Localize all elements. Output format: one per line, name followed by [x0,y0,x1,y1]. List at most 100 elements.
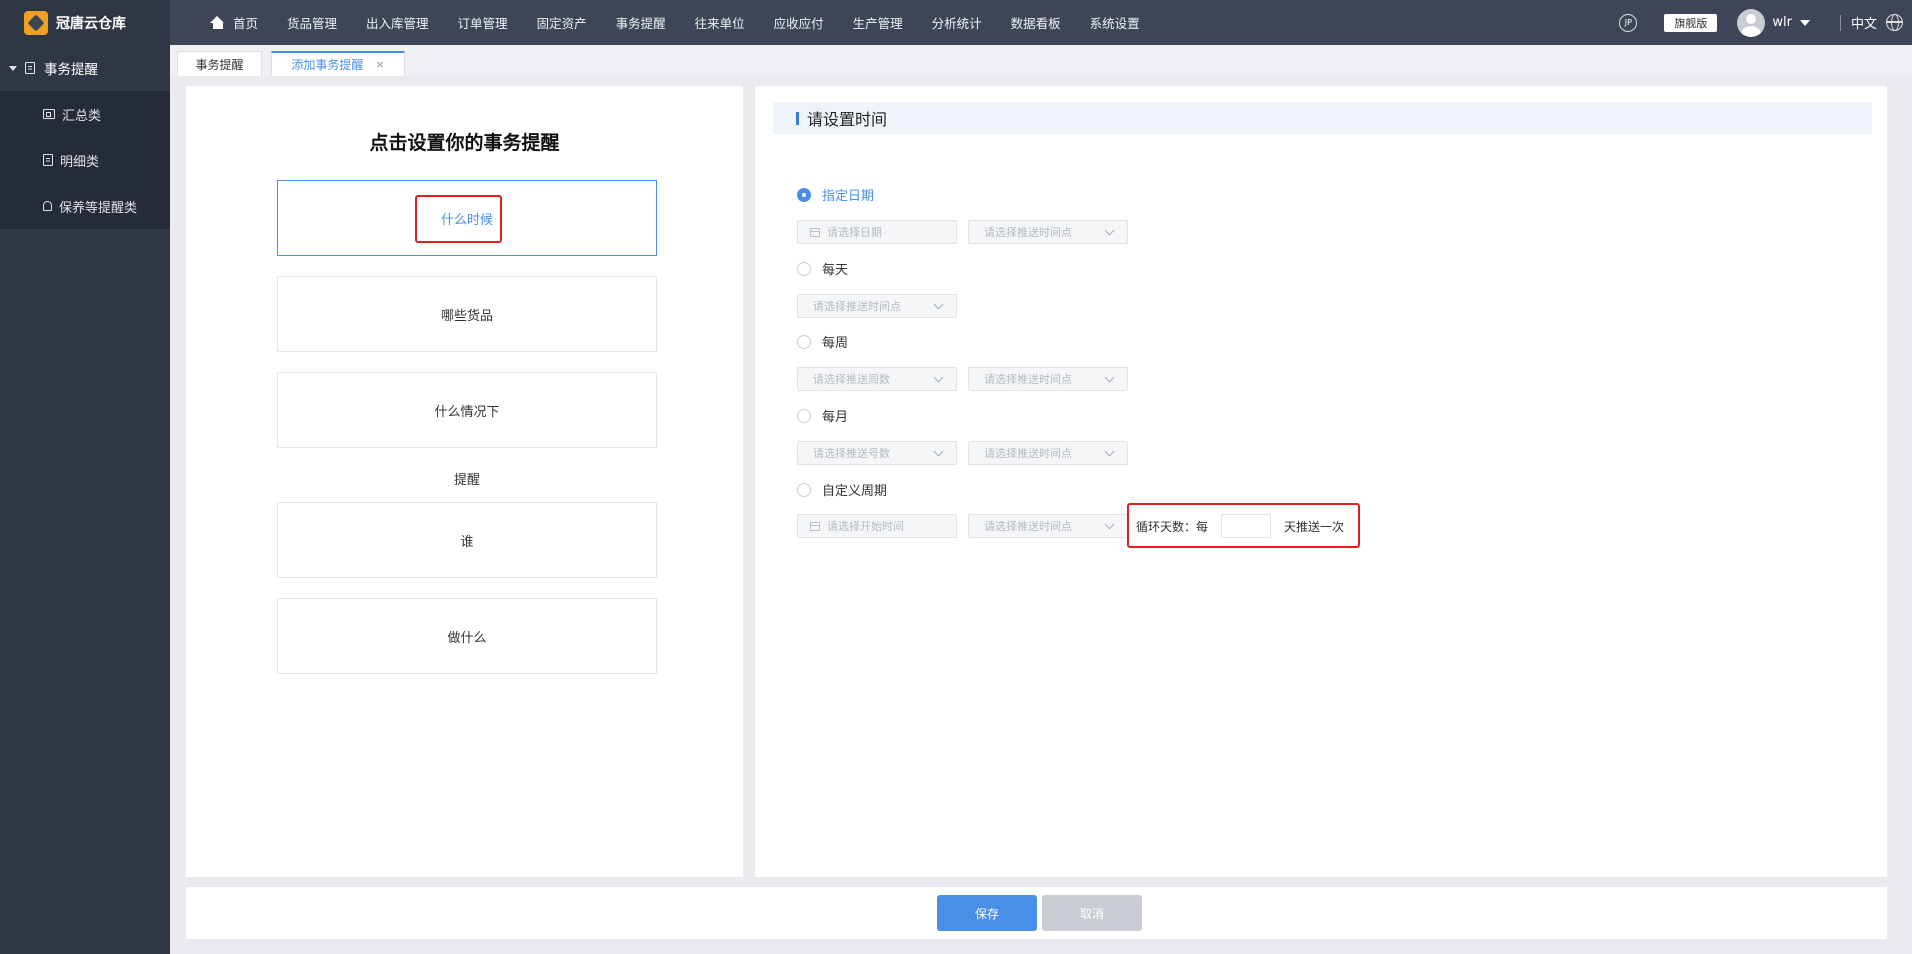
sidebar-item-label: 保养等提醒类 [59,200,138,216]
radio-label: 每天 [822,263,849,278]
field-placeholder: 请选择推送时间点 [984,373,1072,386]
radio-specific-date[interactable]: 指定日期 [797,185,874,204]
home-icon [210,16,225,29]
chevron-down-icon [1104,372,1115,382]
field-placeholder: 请选择推送时间点 [984,447,1072,460]
radio-button[interactable] [797,334,811,349]
daily-time-select[interactable]: 请选择推送时间点 [797,294,957,318]
globe-icon[interactable] [1886,14,1903,31]
top-right-tools: JP 旗舰版 wlr 中文 [1619,0,1912,45]
sidebar-item-summary[interactable]: 汇总类 [0,91,170,137]
nav-item-inout[interactable]: 出入库管理 [366,13,429,32]
nav-item-goods[interactable]: 货品管理 [287,13,337,32]
step-which-goods[interactable]: 哪些货品 [277,276,657,352]
nav-item-assets[interactable]: 固定资产 [537,13,587,32]
caret-down-icon[interactable] [1799,19,1810,26]
weekday-select[interactable]: 请选择推送周数 [797,367,957,391]
chevron-down-icon [1104,446,1115,456]
nav-item-analytics[interactable]: 分析统计 [932,13,982,32]
radio-custom-cycle[interactable]: 自定义周期 [797,480,887,499]
month-day-select[interactable]: 请选择推送号数 [797,441,957,465]
sidebar: 事务提醒 汇总类 明细类 保养等提醒类 [0,45,170,954]
calendar-icon [810,521,820,531]
divider [1839,14,1841,31]
cycle-suffix-label: 天推送一次 [1284,520,1345,534]
nav-item-reminders[interactable]: 事务提醒 [616,13,666,32]
step-condition[interactable]: 什么情况下 [277,372,657,448]
footer-actions: 保存 取消 [186,887,1887,939]
avatar[interactable] [1737,8,1766,37]
logo-icon [24,10,48,35]
radio-weekly[interactable]: 每周 [797,332,848,351]
steps-panel: 点击设置你的事务提醒 什么时候 哪些货品 什么情况下 提醒 谁 做什么 [186,86,743,877]
time-point-select[interactable]: 请选择推送时间点 [968,220,1128,244]
chevron-down-icon [933,446,944,456]
field-placeholder: 请选择推送时间点 [984,226,1072,239]
sidebar-submenu: 汇总类 明细类 保养等提醒类 [0,91,170,229]
section-title: 请设置时间 [807,110,888,129]
nav-item-dashboard[interactable]: 数据看板 [1011,13,1061,32]
main-nav: 首页 货品管理 出入库管理 订单管理 固定资产 事务提醒 往来单位 应收应付 生… [210,0,1169,45]
nav-item-production[interactable]: 生产管理 [853,13,903,32]
tab-reminders[interactable]: 事务提醒 [177,51,262,76]
radio-label: 自定义周期 [822,484,888,499]
monthly-time-select[interactable]: 请选择推送时间点 [968,441,1128,465]
step-who[interactable]: 谁 [277,502,657,578]
nav-item-ar-ap[interactable]: 应收应付 [774,13,824,32]
chevron-down-icon [933,299,944,309]
step-label-remind: 提醒 [453,473,480,488]
nav-item-settings[interactable]: 系统设置 [1090,13,1140,32]
doc-icon [25,62,35,74]
chevron-down-icon [933,372,944,382]
sidebar-group-reminders[interactable]: 事务提醒 [0,45,170,91]
radio-label: 每月 [822,410,849,425]
radio-daily[interactable]: 每天 [797,259,848,278]
close-icon[interactable]: × [375,58,384,71]
weekly-time-select[interactable]: 请选择推送时间点 [968,367,1128,391]
top-bar: 冠唐云仓库 首页 货品管理 出入库管理 订单管理 固定资产 事务提醒 往来单位 … [0,0,1912,45]
chevron-down-icon [1104,225,1115,235]
radio-button[interactable] [797,408,811,423]
section-header: 请设置时间 [773,102,1872,134]
radio-label: 指定日期 [822,189,875,204]
field-placeholder: 请选择推送周数 [813,373,890,386]
radio-button[interactable] [797,261,811,276]
calendar-icon [810,227,820,237]
cycle-days-input[interactable] [1221,514,1271,538]
date-picker[interactable]: 请选择日期 [797,220,957,244]
radio-monthly[interactable]: 每月 [797,406,848,425]
radio-button[interactable] [797,187,811,202]
sidebar-group-label: 事务提醒 [44,62,98,78]
sidebar-item-detail[interactable]: 明细类 [0,137,170,183]
page-title: 点击设置你的事务提醒 [369,132,560,154]
nav-item-orders[interactable]: 订单管理 [458,13,508,32]
nav-item-home[interactable]: 首页 [210,13,258,32]
caret-down-icon [9,65,17,71]
custom-time-select[interactable]: 请选择推送时间点 [968,514,1128,538]
sidebar-item-label: 明细类 [60,154,100,170]
field-placeholder: 请选择开始时间 [827,520,904,533]
radio-button[interactable] [797,482,811,497]
doc-icon [43,154,53,166]
start-time-picker[interactable]: 请选择开始时间 [797,514,957,538]
tab-add-reminder[interactable]: 添加事务提醒 × [271,51,405,76]
field-placeholder: 请选择推送号数 [813,447,890,460]
sidebar-item-maintenance[interactable]: 保养等提醒类 [0,183,170,229]
tab-label: 添加事务提醒 [291,58,364,72]
step-what[interactable]: 做什么 [277,598,657,674]
field-placeholder: 请选择推送时间点 [813,300,901,313]
jp-icon[interactable]: JP [1619,13,1638,32]
bell-icon [43,201,52,211]
sidebar-item-label: 汇总类 [62,108,102,124]
nav-item-partners[interactable]: 往来单位 [695,13,745,32]
card-icon [43,109,55,119]
brand[interactable]: 冠唐云仓库 [0,0,170,45]
edition-badge: 旗舰版 [1664,13,1718,32]
cycle-prefix-label: 循环天数：每 [1136,520,1209,534]
radio-label: 每周 [822,336,849,351]
save-button[interactable]: 保存 [937,895,1037,931]
cancel-button[interactable]: 取消 [1042,895,1142,931]
language-switch[interactable]: 中文 [1851,13,1877,32]
username[interactable]: wlr [1772,15,1792,30]
section-bar [796,111,799,125]
